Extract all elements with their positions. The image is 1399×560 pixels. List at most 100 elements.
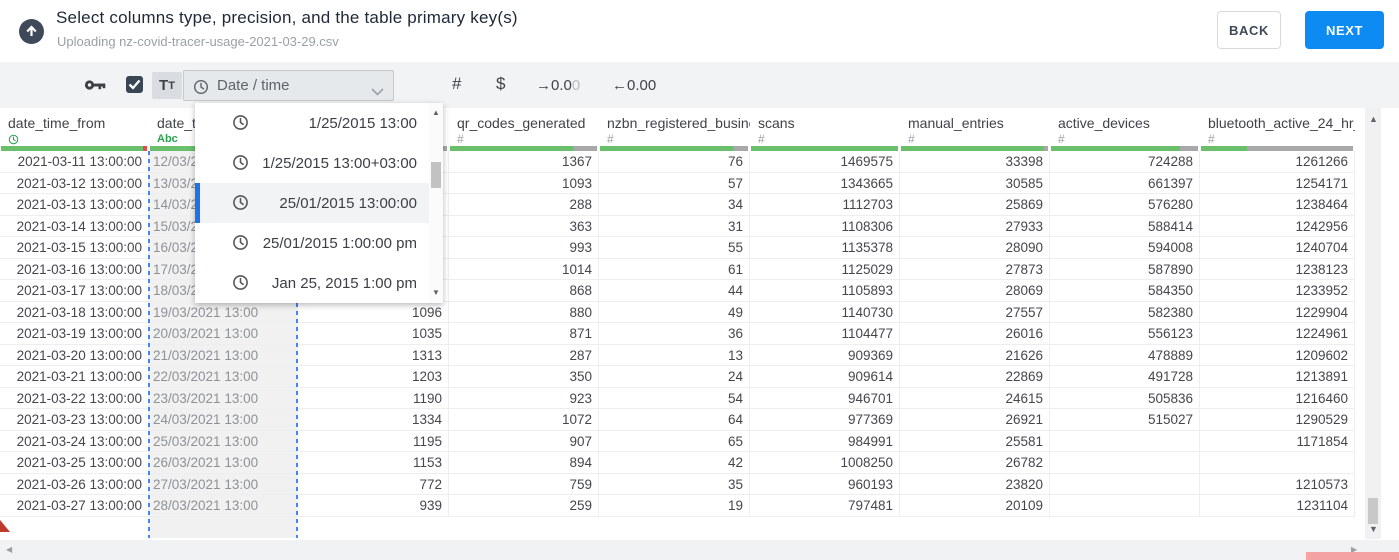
- cell: 923: [449, 387, 599, 409]
- cell: 977369: [750, 409, 900, 431]
- quality-bar-segment: [600, 146, 734, 151]
- date-format-option[interactable]: Jan 25, 2015 1:00 pm: [195, 263, 429, 303]
- quality-bar-segment: [142, 146, 147, 151]
- decrease-decimals-button[interactable]: ←0.00: [612, 77, 656, 94]
- checkbox-checked-icon[interactable]: [126, 76, 143, 93]
- column-header-nzbn_registered_busine[interactable]: nzbn_registered_busine #: [599, 108, 750, 151]
- cell: 76: [599, 151, 750, 173]
- column-name: active_devices: [1058, 115, 1150, 131]
- table-row: 2021-03-21 13:00:00 22/03/2021 13:00 1203 3…: [0, 366, 1355, 388]
- date-format-option[interactable]: 1/25/2015 13:00: [195, 103, 429, 143]
- column-header-date_time_from[interactable]: date_time_from: [0, 108, 149, 151]
- cell: 2021-03-23 13:00:00: [0, 409, 149, 431]
- vertical-scrollbar[interactable]: ▲ ▼: [1365, 108, 1381, 539]
- cell: 21626: [900, 344, 1050, 366]
- clock-icon: [232, 114, 249, 136]
- horizontal-scrollbar[interactable]: ◀ ▶: [0, 540, 1399, 560]
- column-header-bluetooth_active_24_hr_[interactable]: bluetooth_active_24_hr_ #: [1200, 108, 1355, 151]
- cell: 30585: [900, 172, 1050, 194]
- upload-status-text: Uploading nz-covid-tracer-usage-2021-03-…: [57, 34, 339, 49]
- clock-icon: [193, 79, 209, 95]
- cell: 2021-03-18 13:00:00: [0, 301, 149, 323]
- cell: 1224961: [1200, 323, 1355, 345]
- column-header-manual_entries[interactable]: manual_entries #: [900, 108, 1050, 151]
- column-header-scans[interactable]: scans #: [750, 108, 900, 151]
- vertical-scrollbar-thumb[interactable]: [1368, 498, 1378, 524]
- table-row: 2021-03-24 13:00:00 25/03/2021 13:00 1195 9…: [0, 430, 1355, 452]
- cell: 1105893: [750, 280, 900, 302]
- text-type-button[interactable]: TT: [152, 72, 182, 99]
- cell: 26921: [900, 409, 1050, 431]
- csv-import-wizard: Select columns type, precision, and the …: [0, 0, 1399, 560]
- cell: 1135378: [750, 237, 900, 259]
- number-type-button[interactable]: #: [452, 74, 461, 94]
- cell: 36: [599, 323, 750, 345]
- selected-column-extension: [149, 516, 297, 538]
- cell: 22/03/2021 13:00: [149, 366, 298, 388]
- number-type-label: #: [1208, 132, 1215, 146]
- cell: 588414: [1050, 215, 1200, 237]
- scroll-up-arrow-icon[interactable]: ▲: [1369, 115, 1378, 124]
- cell: [1050, 473, 1200, 495]
- cell: 2021-03-15 13:00:00: [0, 237, 149, 259]
- cell: 2021-03-13 13:00:00: [0, 194, 149, 216]
- cell: 871: [449, 323, 599, 345]
- cell: 2021-03-14 13:00:00: [0, 215, 149, 237]
- cell: 478889: [1050, 344, 1200, 366]
- page-horizontal-scrollbar-thumb[interactable]: [1306, 552, 1399, 560]
- number-type-label: #: [457, 132, 464, 146]
- cell: 2021-03-12 13:00:00: [0, 172, 149, 194]
- cell: 31: [599, 215, 750, 237]
- dropdown-scroll-down-icon[interactable]: ▼: [432, 289, 440, 297]
- cell: 1171854: [1200, 430, 1355, 452]
- cell: 27933: [900, 215, 1050, 237]
- cell: 24615: [900, 387, 1050, 409]
- table-row: 2021-03-18 13:00:00 19/03/2021 13:00 1096 8…: [0, 301, 1355, 323]
- cell: 20/03/2021 13:00: [149, 323, 298, 345]
- dropdown-scroll-up-icon[interactable]: ▲: [432, 109, 440, 117]
- cell: 661397: [1050, 172, 1200, 194]
- cell: 2021-03-17 13:00:00: [0, 280, 149, 302]
- cell: [1050, 430, 1200, 452]
- table-row: 2021-03-26 13:00:00 27/03/2021 13:00 772 75…: [0, 473, 1355, 495]
- column-header-active_devices[interactable]: active_devices #: [1050, 108, 1200, 151]
- cell: 576280: [1050, 194, 1200, 216]
- date-format-option[interactable]: 25/01/2015 1:00:00 pm: [195, 223, 429, 263]
- back-button[interactable]: BACK: [1217, 11, 1281, 49]
- increase-decimals-button[interactable]: →0.00: [536, 77, 580, 94]
- cell: 1093: [449, 172, 599, 194]
- cell: 28090: [900, 237, 1050, 259]
- cell: 25869: [900, 194, 1050, 216]
- clock-icon: [232, 274, 249, 296]
- cell: 880: [449, 301, 599, 323]
- currency-type-button[interactable]: $: [496, 74, 505, 94]
- cell: 1367: [449, 151, 599, 173]
- cell: 28/03/2021 13:00: [149, 495, 298, 517]
- cell: 57: [599, 172, 750, 194]
- cell: 34: [599, 194, 750, 216]
- cell: 21/03/2021 13:00: [149, 344, 298, 366]
- dropdown-scrollbar[interactable]: ▲ ▼: [429, 103, 443, 303]
- number-type-label: #: [908, 132, 915, 146]
- option-label: 1/25/2015 13:00: [308, 114, 417, 132]
- date-format-option[interactable]: 1/25/2015 13:00+03:00: [195, 143, 429, 183]
- cell: 22869: [900, 366, 1050, 388]
- cell: 1153: [298, 452, 449, 474]
- scroll-left-arrow-icon[interactable]: ◀: [6, 546, 12, 554]
- column-quality-bar: [751, 146, 898, 151]
- cell: 23820: [900, 473, 1050, 495]
- next-button[interactable]: NEXT: [1305, 11, 1384, 49]
- scroll-down-arrow-icon[interactable]: ▼: [1369, 525, 1378, 534]
- date-format-option[interactable]: 25/01/2015 13:00:00: [195, 183, 429, 223]
- table-row: 2021-03-25 13:00:00 26/03/2021 13:00 1153 8…: [0, 452, 1355, 474]
- column-name: nzbn_registered_busine: [607, 115, 750, 131]
- quality-bar-segment: [1246, 146, 1353, 151]
- dropdown-scrollbar-thumb[interactable]: [431, 162, 441, 188]
- date-format-dropdown: 1/25/2015 13:00 1/25/2015 13:00+03:00 25/0…: [195, 103, 443, 303]
- primary-key-icon[interactable]: [84, 78, 106, 97]
- cell: 27/03/2021 13:00: [149, 473, 298, 495]
- cell: 1254171: [1200, 172, 1355, 194]
- column-type-select[interactable]: Date / time: [183, 70, 394, 101]
- cell: 19: [599, 495, 750, 517]
- column-header-qr_codes_generated[interactable]: qr_codes_generated #: [449, 108, 599, 151]
